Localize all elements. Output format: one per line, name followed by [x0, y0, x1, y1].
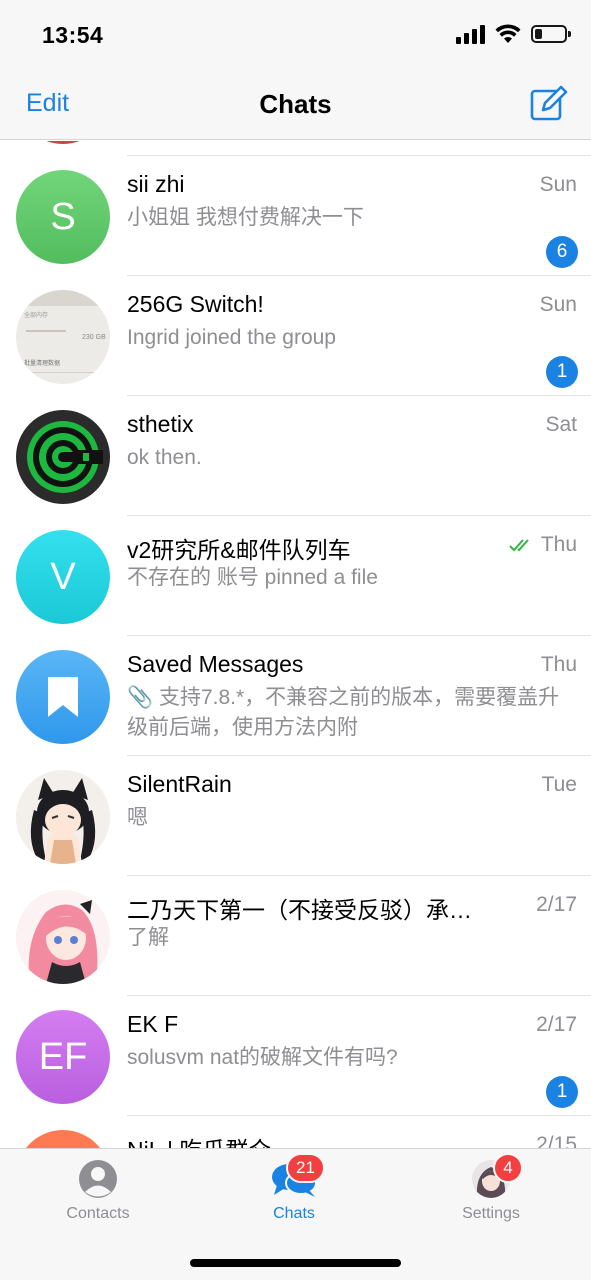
- chat-row-nino[interactable]: 二乃天下第一（不接受反驳）承… 2/17 了解: [0, 876, 591, 996]
- avatar-initials: S: [50, 195, 76, 238]
- tab-settings[interactable]: 4 Settings: [421, 1149, 561, 1235]
- avatar: [16, 1130, 110, 1148]
- chat-row-sii-zhi[interactable]: S sii zhi Sun 小姐姐 我想付费解决一下 6: [0, 156, 591, 276]
- navigation-bar: Edit Chats: [0, 72, 591, 140]
- settings-badge: 4: [493, 1153, 523, 1183]
- compose-icon[interactable]: [529, 84, 569, 124]
- chat-row-256g-switch[interactable]: 全部内存 230 GB 批量清理数据 256G Switch! Sun Ingr…: [0, 276, 591, 396]
- status-icons: [456, 24, 571, 44]
- double-check-icon: [509, 539, 529, 552]
- chat-date: Sun: [539, 293, 577, 316]
- chat-name: SilentRain: [127, 771, 232, 797]
- chat-name: EK F: [127, 1011, 179, 1037]
- sthetix-logo-icon: [27, 421, 103, 493]
- chat-name: sthetix: [127, 411, 194, 437]
- chat-date: Thu: [540, 653, 577, 676]
- chat-name: v2研究所&邮件队列车: [127, 537, 351, 563]
- chat-preview: Ingrid joined the group: [127, 326, 336, 349]
- chat-name: NiL | 吃瓜群众: [127, 1131, 501, 1148]
- chat-date: Sun: [539, 173, 577, 196]
- tab-label: Contacts: [66, 1205, 130, 1222]
- chat-row-nil[interactable]: NiL | 吃瓜群众 2/15: [0, 1116, 591, 1148]
- wifi-icon: [495, 24, 521, 43]
- chat-preview: 不存在的 账号 pinned a file: [127, 566, 378, 589]
- bookmark-icon: [48, 677, 78, 717]
- chat-row-partial[interactable]: [0, 141, 591, 156]
- anime-cat-girl-avatar: [16, 770, 110, 864]
- chat-date: Sat: [545, 413, 577, 436]
- chat-row-saved-messages[interactable]: Saved Messages Thu 📎 支持7.8.*，不兼容之前的版本，需要…: [0, 636, 591, 756]
- anime-pink-hair-avatar: [16, 890, 110, 984]
- cellular-signal-icon: [456, 24, 485, 44]
- chat-preview: 嗯: [127, 806, 148, 829]
- chat-row-sthetix[interactable]: sthetix Sat ok then.: [0, 396, 591, 516]
- person-icon: [79, 1160, 117, 1198]
- chat-preview: 小姐姐 我想付费解决一下: [127, 206, 364, 229]
- unread-badge: 1: [546, 1076, 578, 1108]
- page-title: Chats: [259, 89, 332, 119]
- status-bar: 13:54: [0, 0, 591, 72]
- chat-date: Thu: [509, 533, 577, 557]
- chat-row-ek-f[interactable]: EF EK F 2/17 solusvm nat的破解文件有吗? 1: [0, 996, 591, 1116]
- avatar: [16, 410, 110, 504]
- chat-date: 2/17: [536, 1013, 577, 1036]
- chat-name: 二乃天下第一（不接受反驳）承…: [127, 897, 472, 923]
- tab-chats[interactable]: 21 Chats: [224, 1149, 364, 1235]
- tab-contacts[interactable]: Contacts: [28, 1149, 168, 1235]
- tab-label: Settings: [462, 1205, 520, 1222]
- tab-label: Chats: [273, 1205, 315, 1222]
- home-indicator[interactable]: [190, 1259, 401, 1267]
- avatar-initials: EF: [38, 1035, 88, 1078]
- chats-badge: 21: [286, 1153, 325, 1183]
- avatar: S: [16, 170, 110, 264]
- chat-preview: 了解: [127, 926, 169, 949]
- status-time: 13:54: [42, 22, 104, 48]
- chat-list: S sii zhi Sun 小姐姐 我想付费解决一下 6 全部内存 230 GB…: [0, 141, 591, 1148]
- chat-date: Tue: [541, 773, 577, 796]
- chat-name: Saved Messages: [127, 651, 304, 677]
- chat-date: 2/17: [536, 893, 577, 916]
- avatar: 全部内存 230 GB 批量清理数据: [16, 290, 110, 384]
- avatar: EF: [16, 1010, 110, 1104]
- avatar: V: [16, 530, 110, 624]
- unread-badge: 6: [546, 236, 578, 268]
- avatar: [16, 770, 110, 864]
- chat-name: sii zhi: [127, 171, 185, 197]
- chat-preview: ok then.: [127, 446, 202, 469]
- chat-name: 256G Switch!: [127, 291, 264, 317]
- chat-preview: 📎 支持7.8.*，不兼容之前的版本，需要覆盖升级前后端，使用方法内附: [127, 686, 560, 739]
- chat-date: 2/15: [536, 1133, 577, 1148]
- avatar: [16, 650, 110, 744]
- chat-preview: solusvm nat的破解文件有吗?: [127, 1046, 398, 1069]
- unread-badge: 1: [546, 356, 578, 388]
- avatar: [16, 890, 110, 984]
- avatar-initials: V: [50, 555, 76, 598]
- battery-icon: [531, 25, 571, 43]
- chat-row-v2[interactable]: V v2研究所&邮件队列车 Thu 不存在的 账号 pinned a file: [0, 516, 591, 636]
- avatar: [16, 141, 110, 144]
- chat-row-silentrain[interactable]: SilentRain Tue 嗯: [0, 756, 591, 876]
